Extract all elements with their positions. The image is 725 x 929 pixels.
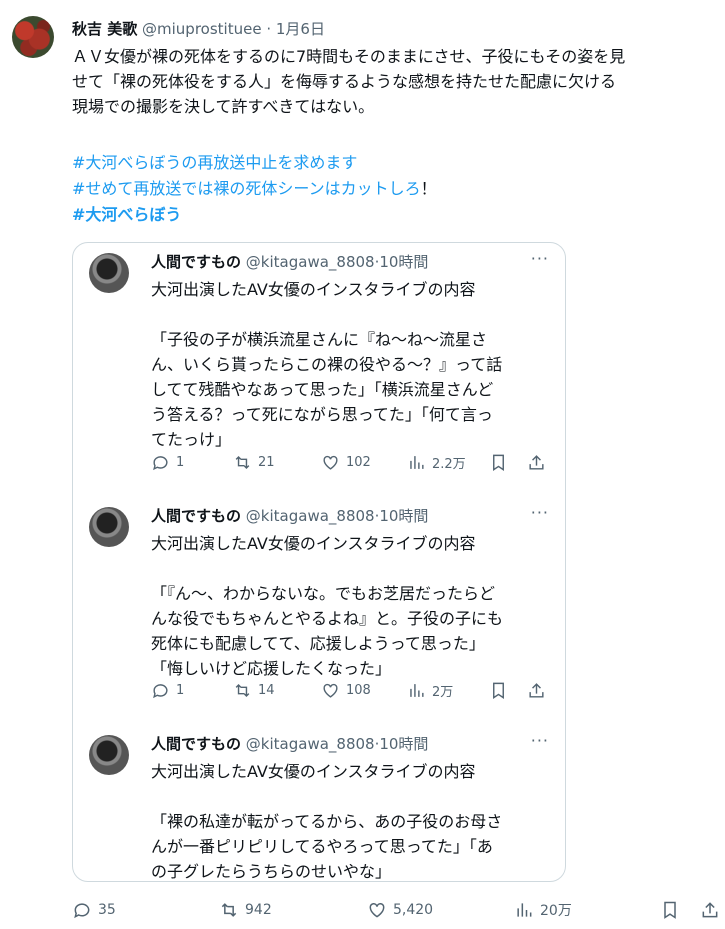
avatar[interactable]	[89, 735, 129, 775]
tweet-date[interactable]: 1月6日	[276, 20, 325, 38]
quoted-action-bar: 1 21 102 2.2万	[151, 453, 551, 473]
quoted-header: 人間ですもの @kitagawa_8808·10時間	[151, 505, 428, 526]
views-button[interactable]: 20万	[514, 900, 572, 920]
share-button[interactable]	[700, 900, 720, 920]
quoted-header: 人間ですもの @kitagawa_8808·10時間	[151, 733, 428, 754]
tweet-action-bar: 35 942 5,420 20万	[72, 900, 722, 922]
reply-button[interactable]: 35	[72, 900, 116, 920]
quoted-author-handle[interactable]: @kitagawa_8808	[246, 735, 375, 753]
repost-button[interactable]: 14	[233, 681, 275, 700]
repost-button[interactable]: 21	[233, 453, 275, 472]
quoted-time[interactable]: ·10時間	[375, 507, 429, 525]
quoted-tweet[interactable]: 人間ですもの @kitagawa_8808·10時間 ··· 大河出演したAV女…	[73, 497, 565, 727]
views-icon	[410, 684, 424, 697]
hashtag-link[interactable]: #大河べらぼう	[72, 205, 181, 224]
avatar[interactable]	[89, 507, 129, 547]
like-icon	[323, 455, 338, 470]
share-icon	[529, 455, 544, 470]
quoted-author-handle[interactable]: @kitagawa_8808	[246, 253, 375, 271]
quoted-text: 大河出演したAV女優のインスタライブの内容 「『ん～、わからないな。でもお芝居だ…	[151, 534, 504, 678]
quoted-thread-card[interactable]: 人間ですもの @kitagawa_8808·10時間 ··· 大河出演したAV女…	[72, 242, 566, 882]
quoted-author-name[interactable]: 人間ですもの	[151, 253, 241, 271]
share-icon	[529, 683, 544, 698]
reply-count: 35	[98, 902, 116, 918]
more-icon[interactable]: ···	[531, 503, 549, 522]
views-icon	[410, 456, 424, 469]
views-count: 2.2万	[432, 457, 466, 472]
quoted-header: 人間ですもの @kitagawa_8808·10時間	[151, 251, 428, 272]
avatar[interactable]	[89, 253, 129, 293]
more-icon[interactable]: ···	[531, 731, 549, 750]
share-button[interactable]	[527, 681, 546, 700]
like-icon	[323, 683, 338, 698]
quoted-tweet[interactable]: 人間ですもの @kitagawa_8808·10時間 ··· 大河出演したAV女…	[73, 725, 565, 881]
quoted-action-bar: 1 14 108 2万	[151, 681, 551, 701]
like-button[interactable]: 5,420	[367, 900, 433, 920]
like-button[interactable]: 108	[321, 681, 371, 700]
quoted-time[interactable]: ·10時間	[375, 253, 429, 271]
hashtag-list: #大河べらぼうの再放送中止を求めます #せめて再放送では裸の死体シーンはカットし…	[72, 150, 437, 228]
repost-icon	[235, 683, 250, 698]
repost-icon	[221, 903, 237, 917]
views-button[interactable]: 2.2万	[407, 453, 466, 472]
quoted-text: 大河出演したAV女優のインスタライブの内容 「裸の私達が転がってるから、あの子役…	[151, 762, 503, 881]
like-count: 5,420	[393, 902, 434, 918]
reply-button[interactable]: 1	[151, 681, 184, 700]
reply-icon	[153, 456, 168, 471]
quoted-time[interactable]: ·10時間	[375, 735, 429, 753]
repost-icon	[235, 455, 250, 470]
share-button[interactable]	[527, 453, 546, 472]
reply-count: 1	[176, 455, 185, 470]
views-count: 20万	[540, 903, 572, 919]
separator: ·	[266, 20, 272, 38]
tweet-header: 秋吉 美歌 @miuprostituee · 1月6日	[72, 18, 325, 39]
share-icon	[702, 902, 718, 918]
author-handle[interactable]: @miuprostituee	[142, 20, 262, 38]
bookmark-button[interactable]	[660, 900, 680, 920]
quoted-tweet[interactable]: 人間ですもの @kitagawa_8808·10時間 ··· 大河出演したAV女…	[73, 243, 565, 473]
tweet-text: ＡＶ女優が裸の死体をするのに7時間もそのままにさせ、子役にもその姿を見 せて「裸…	[72, 47, 626, 116]
avatar[interactable]	[12, 16, 54, 58]
like-icon	[369, 902, 385, 918]
bookmark-icon	[493, 454, 504, 471]
repost-count: 942	[245, 902, 272, 918]
views-icon	[517, 903, 532, 917]
views-count: 2万	[432, 685, 454, 700]
exclamation-text: ！	[420, 179, 437, 198]
quoted-author-name[interactable]: 人間ですもの	[151, 735, 241, 753]
quoted-author-handle[interactable]: @kitagawa_8808	[246, 507, 375, 525]
repost-count: 21	[258, 455, 275, 470]
more-icon[interactable]: ···	[531, 249, 549, 268]
bookmark-button[interactable]	[489, 453, 508, 472]
reply-count: 1	[176, 683, 185, 698]
repost-count: 14	[258, 683, 275, 698]
like-button[interactable]: 102	[321, 453, 371, 472]
reply-icon	[153, 684, 168, 699]
quoted-author-name[interactable]: 人間ですもの	[151, 507, 241, 525]
reply-icon	[74, 903, 90, 919]
bookmark-icon	[664, 901, 676, 919]
hashtag-link[interactable]: #大河べらぼうの再放送中止を求めます	[72, 153, 357, 172]
views-button[interactable]: 2万	[407, 681, 453, 700]
bookmark-icon	[493, 682, 504, 699]
like-count: 102	[346, 455, 371, 470]
reply-button[interactable]: 1	[151, 453, 184, 472]
author-name[interactable]: 秋吉 美歌	[72, 20, 137, 38]
quoted-text: 大河出演したAV女優のインスタライブの内容 「子役の子が横浜流星さんに『ね～ね～…	[151, 280, 503, 449]
like-count: 108	[346, 683, 371, 698]
repost-button[interactable]: 942	[219, 900, 272, 920]
hashtag-link[interactable]: #せめて再放送では裸の死体シーンはカットしろ	[72, 179, 421, 198]
bookmark-button[interactable]	[489, 681, 508, 700]
